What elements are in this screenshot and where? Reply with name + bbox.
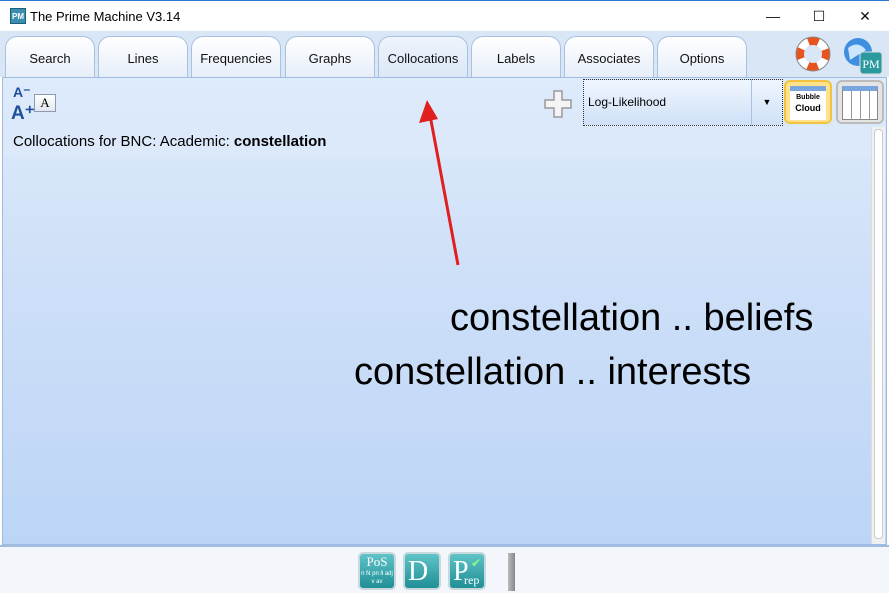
font-increase-button[interactable]: A⁺ [11, 102, 35, 125]
tab-collocations[interactable]: Collocations [378, 36, 468, 79]
d-label: D [408, 556, 429, 587]
tab-search[interactable]: Search [5, 36, 95, 77]
font-settings-button[interactable]: A [34, 94, 56, 112]
title-bar: PM The Prime Machine V3.14 — ☐ ✕ [0, 0, 889, 31]
tab-associates[interactable]: Associates [564, 36, 654, 77]
bottom-separator [508, 553, 515, 591]
red-arrow-annotation [419, 100, 460, 266]
bubble-cloud-button[interactable]: Bubble Cloud [784, 80, 832, 124]
pos-button[interactable]: PoS n N pn ll adj v av [358, 552, 396, 590]
window-title: The Prime Machine V3.14 [30, 9, 181, 24]
close-button[interactable]: ✕ [842, 1, 888, 31]
tab-labels[interactable]: Labels [471, 36, 561, 77]
tab-bar: Search Lines Frequencies Graphs Collocat… [0, 31, 889, 79]
font-decrease-button[interactable]: A⁻ [13, 84, 31, 101]
maximize-button[interactable]: ☐ [796, 1, 842, 31]
tab-frequencies[interactable]: Frequencies [191, 36, 281, 77]
prep-button[interactable]: Prep ✔ [448, 552, 486, 590]
chevron-down-icon[interactable]: ▼ [751, 79, 782, 126]
minimize-button[interactable]: — [750, 1, 796, 31]
scrollbar-thumb[interactable] [874, 129, 883, 539]
d-button[interactable]: D [403, 552, 441, 590]
table-icon [842, 86, 878, 120]
check-icon: ✔ [470, 556, 481, 570]
globe-pm-icon[interactable]: PM [842, 36, 884, 76]
pos-label: PoS [366, 554, 388, 569]
heading-prefix: Collocations for BNC: Academic: [13, 133, 234, 150]
help-lifebuoy-icon[interactable] [795, 36, 831, 72]
bottom-bar: PoS n N pn ll adj v av D Prep ✔ [0, 545, 889, 593]
table-view-button[interactable] [836, 80, 884, 124]
heading-word: constellation [233, 133, 327, 150]
pos-sub-label: n N pn ll adj v av [361, 571, 393, 585]
add-icon[interactable] [542, 88, 574, 120]
tab-graphs[interactable]: Graphs [285, 36, 375, 77]
cloud-label: Cloud [795, 103, 821, 113]
svg-text:PM: PM [862, 57, 880, 71]
prep-sub-label: rep [464, 573, 480, 587]
bubble-label: Bubble [796, 94, 820, 101]
tab-options[interactable]: Options [657, 36, 747, 77]
collocation-item[interactable]: constellation .. beliefs [450, 297, 813, 340]
app-icon: PM [10, 8, 26, 24]
collocation-item[interactable]: constellation .. interests [354, 351, 751, 394]
vertical-scrollbar[interactable] [871, 127, 885, 544]
tab-lines[interactable]: Lines [98, 36, 188, 77]
